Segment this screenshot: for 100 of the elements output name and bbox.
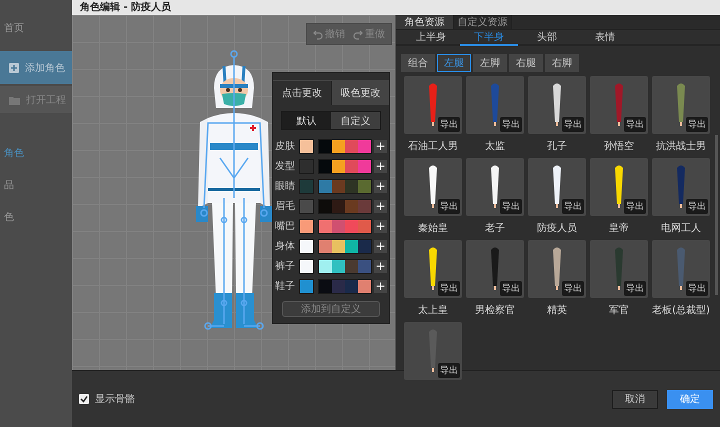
- export-button[interactable]: 导出: [686, 281, 708, 296]
- color-swatch[interactable]: [319, 200, 332, 212]
- export-button[interactable]: 导出: [562, 281, 584, 296]
- color-swatch[interactable]: [345, 140, 358, 152]
- current-color-swatch[interactable]: [299, 278, 314, 294]
- color-swatch[interactable]: [332, 240, 345, 252]
- resource-card[interactable]: 导出: [404, 322, 462, 380]
- current-color-swatch[interactable]: [299, 218, 314, 234]
- color-swatch[interactable]: [358, 260, 371, 272]
- resource-card[interactable]: 导出: [466, 158, 524, 216]
- add-color-button[interactable]: +: [374, 260, 387, 272]
- scrollbar[interactable]: [715, 135, 718, 295]
- color-swatch[interactable]: [345, 240, 358, 252]
- sub-part-tab[interactable]: 左脚: [473, 54, 507, 72]
- color-swatch[interactable]: [332, 260, 345, 272]
- resource-card[interactable]: 导出: [590, 240, 648, 298]
- add-color-button[interactable]: +: [374, 240, 387, 252]
- color-swatch[interactable]: [358, 200, 371, 212]
- color-swatch[interactable]: [358, 140, 371, 152]
- undo-icon: [313, 28, 323, 40]
- preset-tab[interactable]: 默认: [282, 112, 331, 129]
- color-swatch[interactable]: [345, 280, 358, 292]
- color-swatch[interactable]: [332, 160, 345, 172]
- color-swatch[interactable]: [358, 280, 371, 292]
- color-swatch[interactable]: [319, 140, 332, 152]
- export-button[interactable]: 导出: [624, 281, 646, 296]
- resource-card[interactable]: 导出: [528, 158, 586, 216]
- color-swatch[interactable]: [332, 140, 345, 152]
- show-skeleton-checkbox[interactable]: [79, 394, 89, 404]
- color-swatch[interactable]: [332, 200, 345, 212]
- export-button[interactable]: 导出: [624, 199, 646, 214]
- color-swatch[interactable]: [332, 280, 345, 292]
- resource-label: 孙悟空: [604, 140, 634, 153]
- export-button[interactable]: 导出: [500, 281, 522, 296]
- current-color-swatch[interactable]: [299, 198, 314, 214]
- color-swatch[interactable]: [345, 180, 358, 192]
- export-button[interactable]: 导出: [562, 199, 584, 214]
- color-label: 眉毛: [275, 200, 296, 213]
- add-color-button[interactable]: +: [374, 280, 387, 292]
- sub-part-tab[interactable]: 右脚: [545, 54, 579, 72]
- color-swatch[interactable]: [358, 220, 371, 232]
- add-color-button[interactable]: +: [374, 180, 387, 192]
- color-swatch[interactable]: [319, 180, 332, 192]
- color-swatch[interactable]: [345, 160, 358, 172]
- mode-tab[interactable]: 吸色更改: [330, 81, 389, 105]
- export-button[interactable]: 导出: [500, 117, 522, 132]
- color-swatch[interactable]: [345, 220, 358, 232]
- current-color-swatch[interactable]: [299, 238, 314, 254]
- add-color-button[interactable]: +: [374, 160, 387, 172]
- resource-card[interactable]: 导出: [404, 158, 462, 216]
- sub-part-tab[interactable]: 左腿: [437, 54, 471, 72]
- export-button[interactable]: 导出: [624, 117, 646, 132]
- resource-card[interactable]: 导出: [652, 76, 710, 134]
- export-button[interactable]: 导出: [686, 117, 708, 132]
- add-color-button[interactable]: +: [374, 220, 387, 232]
- checkmark-icon: [80, 395, 88, 403]
- color-swatch[interactable]: [358, 160, 371, 172]
- export-button[interactable]: 导出: [438, 199, 460, 214]
- cancel-button[interactable]: 取消: [612, 390, 658, 408]
- body-part-tab[interactable]: 表情: [576, 30, 634, 46]
- resource-card[interactable]: 导出: [404, 240, 462, 298]
- resource-card[interactable]: 导出: [590, 158, 648, 216]
- resource-tab[interactable]: 角色资源: [396, 15, 454, 29]
- color-swatch[interactable]: [332, 180, 345, 192]
- body-part-tab[interactable]: 上半身: [402, 30, 460, 46]
- color-swatch[interactable]: [319, 240, 332, 252]
- export-button[interactable]: 导出: [438, 363, 460, 378]
- export-button[interactable]: 导出: [438, 117, 460, 132]
- add-color-button[interactable]: +: [374, 200, 387, 212]
- resource-card[interactable]: 导出: [528, 76, 586, 134]
- resource-card[interactable]: 导出: [528, 240, 586, 298]
- current-color-swatch[interactable]: [299, 178, 314, 194]
- resource-card[interactable]: 导出: [404, 76, 462, 134]
- body-part-tab[interactable]: 下半身: [460, 30, 518, 46]
- color-swatch[interactable]: [319, 220, 332, 232]
- color-swatch[interactable]: [345, 200, 358, 212]
- color-swatch[interactable]: [319, 160, 332, 172]
- color-swatch[interactable]: [358, 240, 371, 252]
- color-swatch[interactable]: [332, 220, 345, 232]
- export-button[interactable]: 导出: [562, 117, 584, 132]
- export-button[interactable]: 导出: [438, 281, 460, 296]
- color-swatch[interactable]: [319, 280, 332, 292]
- current-color-swatch[interactable]: [299, 258, 314, 274]
- resource-card[interactable]: 导出: [652, 158, 710, 216]
- current-color-swatch[interactable]: [299, 138, 314, 154]
- add-color-button[interactable]: +: [374, 140, 387, 152]
- color-swatch[interactable]: [345, 260, 358, 272]
- preset-tab[interactable]: 自定义: [331, 112, 380, 129]
- color-swatch[interactable]: [319, 260, 332, 272]
- color-swatch[interactable]: [358, 180, 371, 192]
- resource-card[interactable]: 导出: [590, 76, 648, 134]
- sub-part-tab[interactable]: 右腿: [509, 54, 543, 72]
- export-button[interactable]: 导出: [686, 199, 708, 214]
- resource-card[interactable]: 导出: [466, 76, 524, 134]
- sub-part-tab[interactable]: 组合: [401, 54, 435, 72]
- body-part-tab[interactable]: 头部: [518, 30, 576, 46]
- resource-tab[interactable]: 自定义资源: [454, 15, 512, 29]
- resource-card[interactable]: 导出: [652, 240, 710, 298]
- resource-card[interactable]: 导出: [466, 240, 524, 298]
- export-button[interactable]: 导出: [500, 199, 522, 214]
